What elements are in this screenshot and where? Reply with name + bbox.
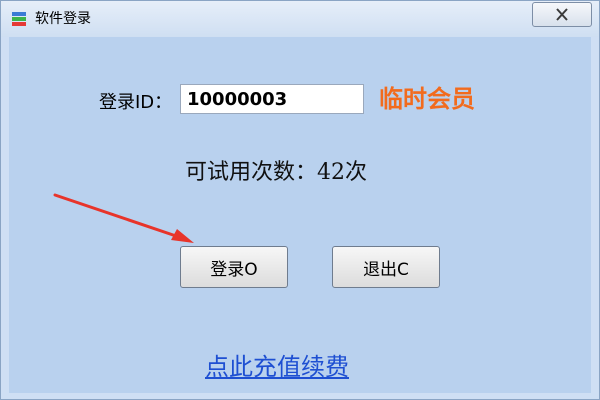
member-status-badge: 临时会员 <box>379 85 475 113</box>
trial-count-text: 可试用次数：42次 <box>185 160 367 185</box>
window-title: 软件登录 <box>35 11 91 27</box>
close-button[interactable] <box>532 2 592 27</box>
login-panel: 登录ID： 临时会员 可试用次数：42次 登录O 退出C 点此充值续费 <box>9 37 591 393</box>
exit-button[interactable]: 退出C <box>332 246 440 288</box>
login-button[interactable]: 登录O <box>180 246 288 288</box>
close-icon <box>556 8 568 21</box>
login-window: 软件登录 登录ID： 临时会员 可试用次数：42次 登录O 退出C 点此充值续费 <box>0 0 600 400</box>
recharge-link[interactable]: 点此充值续费 <box>205 352 349 382</box>
app-logo-icon <box>12 12 26 26</box>
login-id-input[interactable] <box>180 84 364 114</box>
title-bar[interactable]: 软件登录 <box>1 1 599 37</box>
login-id-label: 登录ID： <box>99 92 173 113</box>
